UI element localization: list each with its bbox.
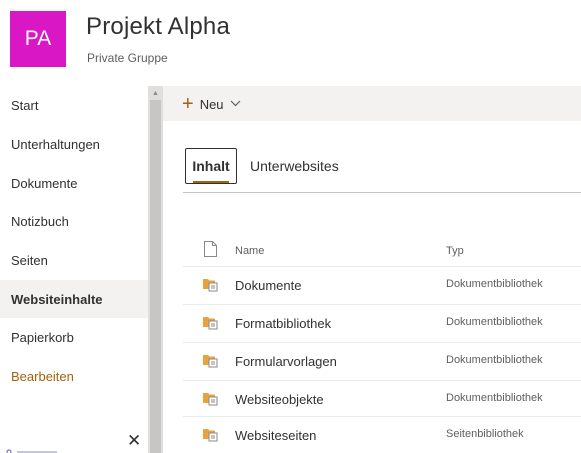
list-row[interactable]: Formularvorlagen Dokumentbibliothek bbox=[183, 342, 581, 380]
row-type: Dokumentbibliothek bbox=[446, 354, 543, 366]
tab-inhalt[interactable]: Inhalt bbox=[185, 148, 237, 184]
tabs-divider bbox=[183, 192, 581, 193]
column-header-name[interactable]: Name bbox=[235, 245, 264, 257]
list-row[interactable]: Websiteseiten Seitenbibliothek bbox=[183, 416, 581, 453]
nav-edit-link[interactable]: Bearbeiten bbox=[0, 357, 148, 395]
row-type: Dokumentbibliothek bbox=[446, 316, 543, 328]
new-button[interactable]: + Neu bbox=[182, 93, 241, 115]
library-icon bbox=[203, 355, 218, 368]
feedback-icon bbox=[6, 449, 57, 453]
new-button-label: Neu bbox=[199, 96, 224, 112]
nav-item-seiten[interactable]: Seiten bbox=[0, 241, 148, 279]
library-icon bbox=[203, 317, 218, 330]
site-privacy-label: Private Gruppe bbox=[87, 51, 168, 65]
close-icon[interactable]: ✕ bbox=[127, 432, 141, 449]
nav-item-papierkorb[interactable]: Papierkorb bbox=[0, 318, 148, 356]
row-name-link[interactable]: Websiteobjekte bbox=[235, 392, 324, 407]
row-name-link[interactable]: Websiteseiten bbox=[235, 428, 316, 443]
site-header: PA Projekt Alpha Private Gruppe bbox=[0, 0, 581, 86]
list-row[interactable]: Formatbibliothek Dokumentbibliothek bbox=[183, 304, 581, 342]
row-name-link[interactable]: Dokumente bbox=[235, 278, 301, 293]
plus-icon: + bbox=[182, 93, 194, 115]
row-name-link[interactable]: Formatbibliothek bbox=[235, 316, 331, 331]
column-header-type[interactable]: Typ bbox=[446, 245, 464, 257]
library-icon bbox=[203, 279, 218, 292]
list-row[interactable]: Websiteobjekte Dokumentbibliothek bbox=[183, 380, 581, 418]
feedback-link-peek[interactable] bbox=[5, 445, 75, 453]
list-header-row bbox=[163, 232, 581, 264]
nav-item-websiteinhalte[interactable]: Websiteinhalte bbox=[0, 280, 148, 318]
list-row[interactable]: Dokumente Dokumentbibliothek bbox=[183, 266, 581, 304]
nav-item-unterhaltungen[interactable]: Unterhaltungen bbox=[0, 125, 148, 163]
document-icon[interactable] bbox=[204, 241, 217, 257]
nav-scrollbar-thumb[interactable] bbox=[150, 100, 161, 453]
site-avatar[interactable]: PA bbox=[10, 11, 66, 67]
scroll-up-arrow-icon[interactable]: ▲ bbox=[150, 88, 161, 98]
chevron-down-icon bbox=[230, 99, 241, 110]
row-type: Dokumentbibliothek bbox=[446, 392, 543, 404]
row-name-link[interactable]: Formularvorlagen bbox=[235, 354, 337, 369]
nav-item-start[interactable]: Start bbox=[0, 86, 148, 124]
site-title[interactable]: Projekt Alpha bbox=[86, 13, 230, 41]
library-icon bbox=[203, 393, 218, 406]
tab-selected-indicator bbox=[193, 181, 229, 183]
left-navigation: Start Unterhaltungen Dokumente Notizbuch… bbox=[0, 86, 148, 453]
library-icon bbox=[203, 429, 218, 442]
row-type: Dokumentbibliothek bbox=[446, 278, 543, 290]
nav-item-dokumente[interactable]: Dokumente bbox=[0, 164, 148, 202]
nav-item-notizbuch[interactable]: Notizbuch bbox=[0, 202, 148, 240]
row-type: Seitenbibliothek bbox=[446, 428, 524, 440]
tab-unterwebsites[interactable]: Unterwebsites bbox=[250, 158, 339, 174]
